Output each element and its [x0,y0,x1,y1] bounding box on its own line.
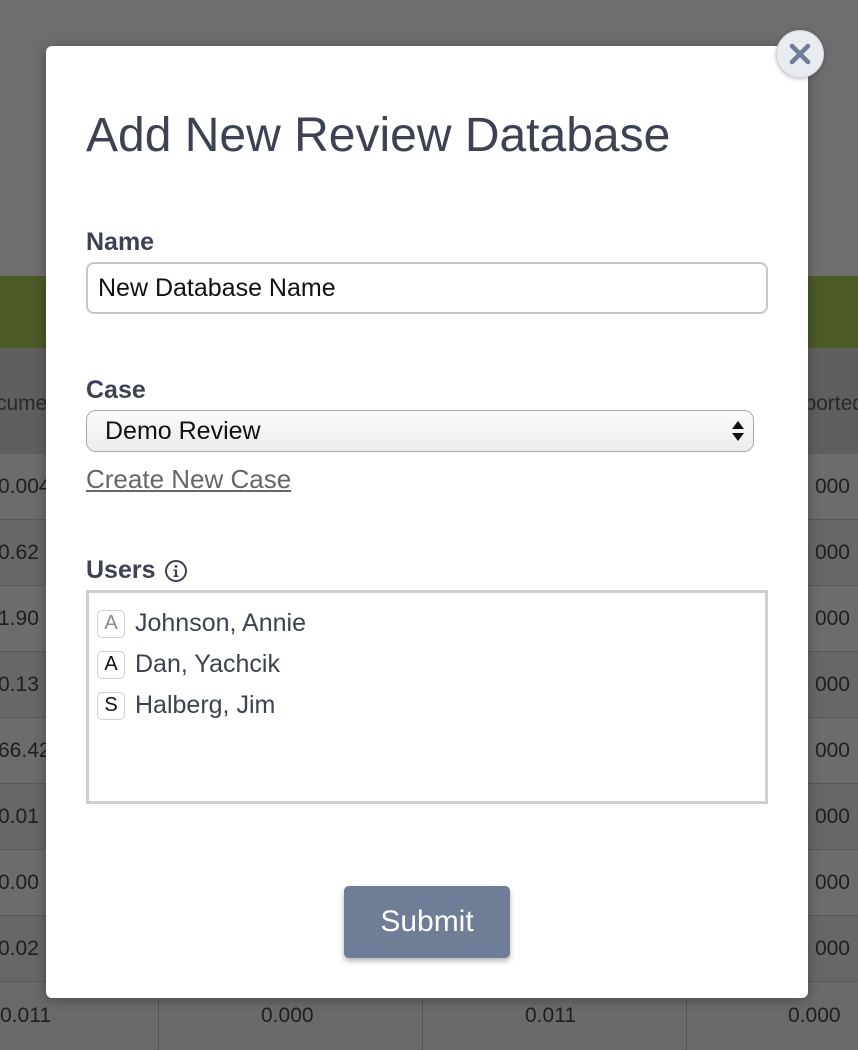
background-header-right: ported [804,392,858,415]
role-badge: A [97,609,125,638]
user-name: Dan, Yachcik [135,650,280,678]
case-label: Case [86,376,146,404]
select-arrows-icon [732,421,744,441]
table-cell: 000 [814,673,850,696]
modal-title: Add New Review Database [86,109,671,162]
table-cell: 0.13 [0,673,39,696]
table-cell: 0.004 [0,475,51,498]
table-cell: 000 [814,805,850,828]
user-name: Halberg, Jim [135,691,276,719]
close-x-icon [789,43,811,65]
add-review-database-modal: Add New Review Database Name Case Demo R… [46,46,808,998]
database-name-input[interactable] [86,262,768,314]
submit-button[interactable]: Submit [344,886,510,958]
close-button[interactable] [776,30,824,78]
background-header-left: cume [0,392,48,415]
case-select-value: Demo Review [105,416,261,445]
table-cell: 0.02 [0,937,39,960]
table-cell: 1.90 [0,607,39,630]
table-cell: 0.01 [0,805,39,828]
table-cell: 0.011 [525,1004,576,1027]
info-icon[interactable] [164,559,188,583]
user-name: Johnson, Annie [135,609,306,637]
role-badge: S [97,691,125,720]
table-cell: 000 [814,475,850,498]
list-item[interactable]: A Dan, Yachcik [97,644,757,685]
table-cell: 0.000 [788,1004,841,1027]
role-badge: A [97,650,125,679]
create-new-case-link[interactable]: Create New Case [86,464,291,495]
table-cell: 0.011 [0,1004,51,1027]
table-cell: 000 [814,937,850,960]
users-label: Users [86,556,156,584]
table-cell: 0.00 [0,871,39,894]
table-cell: 000 [814,541,850,564]
table-cell: 66.42 [0,739,51,762]
table-cell: 000 [814,871,850,894]
name-label: Name [86,228,155,256]
table-cell: 000 [814,607,850,630]
list-item[interactable]: S Halberg, Jim [97,685,757,726]
table-cell: 0.62 [0,541,39,564]
table-cell: 0.000 [261,1004,314,1027]
list-item[interactable]: A Johnson, Annie [97,603,757,644]
users-list[interactable]: A Johnson, Annie A Dan, Yachcik S Halber… [86,590,768,804]
table-cell: 000 [814,739,850,762]
users-label-group: Users [86,556,188,585]
case-select[interactable]: Demo Review [86,410,754,452]
